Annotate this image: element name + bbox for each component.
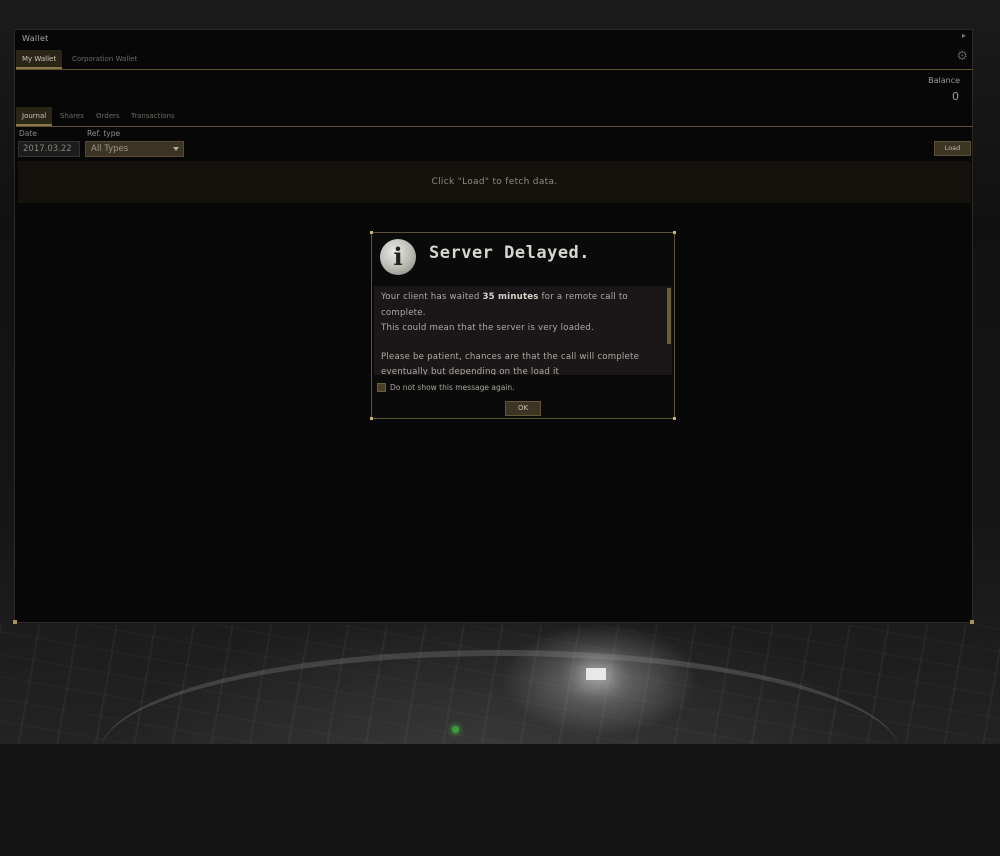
chevron-down-icon bbox=[173, 147, 179, 151]
dialog-corner bbox=[370, 231, 373, 234]
ref-type-select-value: All Types bbox=[91, 144, 129, 154]
balance-label: Balance bbox=[928, 76, 960, 85]
dialog-message[interactable]: Your client has waited 35 minutes for a … bbox=[374, 286, 672, 375]
window-corner-marker bbox=[13, 620, 17, 624]
date-field[interactable]: 2017.03.22 bbox=[18, 141, 80, 157]
dialog-corner bbox=[673, 417, 676, 420]
info-icon: i bbox=[380, 239, 416, 275]
station-light bbox=[586, 668, 606, 680]
window-title[interactable]: Wallet bbox=[22, 34, 49, 43]
message-text: This could mean that the server is very … bbox=[381, 323, 594, 333]
wallet-tabs: My Wallet Corporation Wallet bbox=[16, 50, 973, 70]
message-text: Please be patient, chances are that the … bbox=[381, 351, 640, 376]
tab-transactions[interactable]: Transactions bbox=[125, 107, 181, 126]
tab-journal[interactable]: Journal bbox=[16, 107, 53, 126]
station-ring bbox=[100, 650, 900, 856]
message-text: Your client has waited bbox=[381, 292, 483, 302]
dialog-corner bbox=[370, 417, 373, 420]
dialog-title: Server Delayed. bbox=[429, 243, 591, 263]
journal-tabs: Journal Shares Orders Transactions bbox=[16, 107, 973, 127]
server-delayed-dialog: i Server Delayed. Your client has waited… bbox=[370, 231, 676, 420]
tab-corporation-wallet[interactable]: Corporation Wallet bbox=[66, 50, 143, 69]
tab-shares[interactable]: Shares bbox=[54, 107, 90, 126]
tab-my-wallet[interactable]: My Wallet bbox=[16, 50, 63, 69]
window-resize-handle[interactable] bbox=[970, 620, 974, 624]
station-green-light bbox=[452, 726, 459, 733]
tab-orders[interactable]: Orders bbox=[90, 107, 126, 126]
message-scrollbar[interactable] bbox=[667, 288, 671, 344]
date-label: Date bbox=[19, 129, 37, 138]
dont-show-checkbox[interactable] bbox=[377, 383, 386, 392]
journal-empty-message: Click "Load" to fetch data. bbox=[18, 161, 971, 203]
window-collapse-icon[interactable]: ▸ bbox=[962, 31, 966, 40]
message-duration: 35 minutes bbox=[482, 292, 539, 302]
dont-show-label[interactable]: Do not show this message again. bbox=[390, 383, 515, 392]
ref-type-label: Ref. type bbox=[87, 129, 121, 138]
load-button[interactable]: Load bbox=[934, 141, 971, 156]
ref-type-select[interactable]: All Types bbox=[85, 141, 184, 157]
balance-value: 0 bbox=[952, 90, 959, 103]
dialog-corner bbox=[673, 231, 676, 234]
ok-button[interactable]: OK bbox=[505, 401, 541, 416]
